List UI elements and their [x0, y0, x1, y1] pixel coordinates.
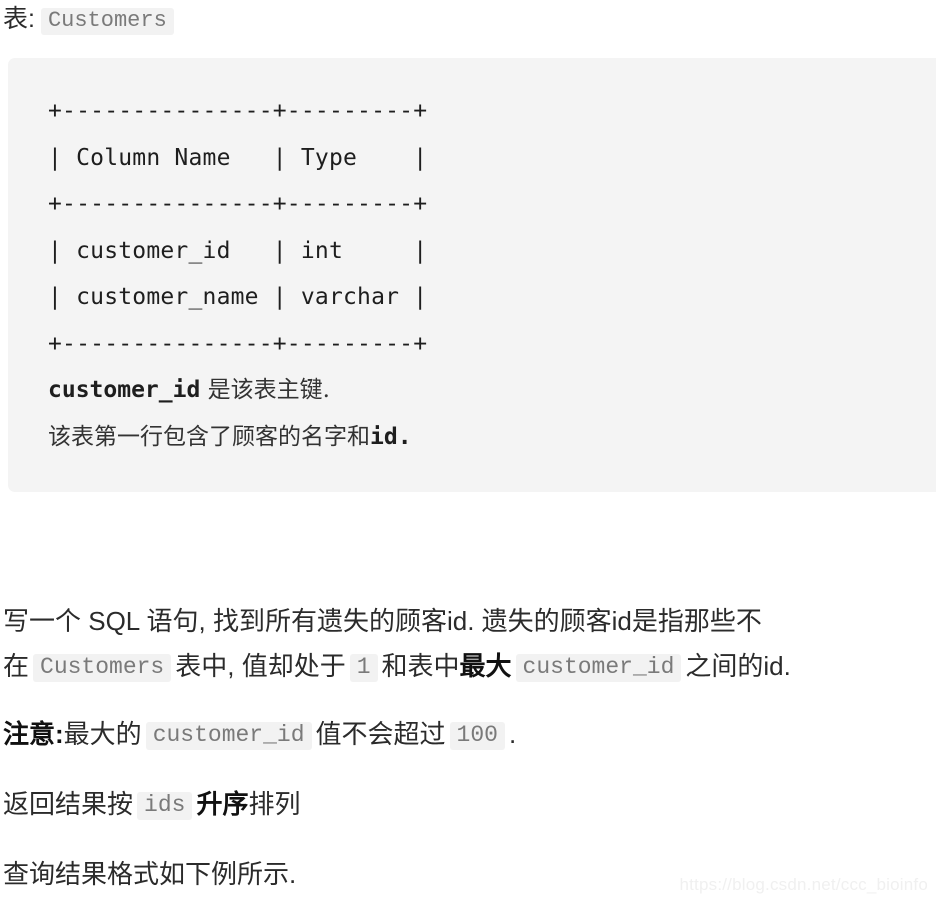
note-label: 注意:	[3, 719, 64, 749]
ordering-paragraph: 返回结果按 ids 升序排列	[3, 783, 300, 826]
question-line2-suffix: 之间的id.	[685, 651, 791, 681]
watermark: https://blog.csdn.net/ccc_bioinfo	[679, 875, 928, 894]
first-row-text: 该表第一行包含了顾客的名字和	[48, 423, 370, 450]
ids-code: ids	[137, 792, 193, 820]
note-max-value-code: 100	[449, 722, 505, 750]
ordering-text-2: 排列	[248, 789, 301, 819]
note-text-2: 值不会超过	[315, 719, 446, 749]
schema-ascii-table: +---------------+---------+ | Column Nam…	[48, 98, 428, 357]
customer-id-code: customer_id	[515, 654, 682, 682]
note-paragraph: 注意:最大的 customer_id 值不会超过 100.	[3, 713, 516, 756]
question-line2-bold: 最大	[459, 651, 512, 681]
schema-code-block: +---------------+---------+ | Column Nam…	[8, 58, 936, 492]
question-line-1: 写一个 SQL 语句, 找到所有遗失的顾客id. 遗失的顾客id是指那些不	[3, 606, 762, 636]
question-line-2: 在 Customers 表中, 值却处于 1 和表中最大 customer_id 之间的id…	[3, 645, 933, 688]
schema-note-first-row: 该表第一行包含了顾客的名字和id.	[48, 414, 936, 461]
min-id-code: 1	[349, 654, 378, 682]
table-name-code: Customers	[40, 8, 174, 35]
primary-key-text: 是该表主键.	[207, 377, 330, 403]
ordering-text-1: 返回结果按	[3, 789, 134, 819]
primary-key-column: customer_id	[48, 377, 201, 403]
table-intro-line: 表: Customers	[3, 2, 174, 36]
note-text-1: 最大的	[63, 719, 142, 749]
format-paragraph: 查询结果格式如下例所示.	[3, 853, 296, 896]
question-line2-mid1: 表中, 值却处于	[175, 651, 346, 681]
question-line2-mid2: 和表中	[381, 651, 460, 681]
question-line2-prefix: 在	[3, 651, 30, 681]
note-text-3: .	[508, 719, 517, 749]
customers-table-code: Customers	[33, 654, 172, 682]
schema-note-primary-key: customer_id 是该表主键.	[48, 367, 936, 414]
note-customer-id-code: customer_id	[145, 722, 312, 750]
ordering-bold: 升序	[196, 789, 249, 819]
format-text: 查询结果格式如下例所示.	[3, 859, 297, 889]
table-label: 表:	[3, 5, 35, 33]
first-row-id-text: id.	[370, 423, 412, 450]
question-paragraph: 写一个 SQL 语句, 找到所有遗失的顾客id. 遗失的顾客id是指那些不 在C…	[3, 600, 933, 688]
